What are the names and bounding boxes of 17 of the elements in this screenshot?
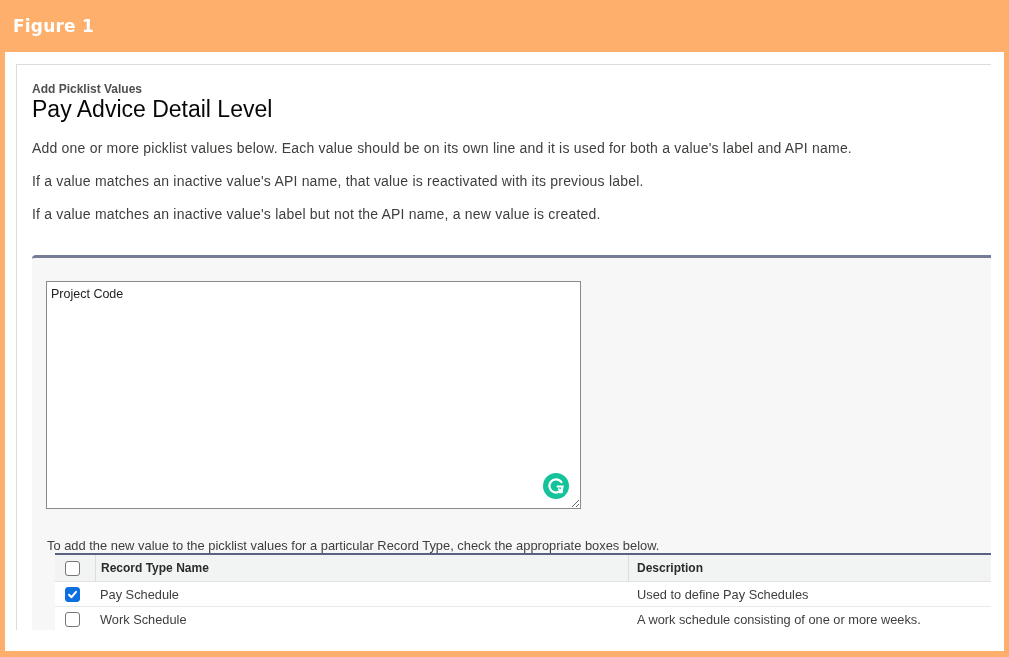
table-cell: A work schedule consisting of one or more weeks. (628, 607, 991, 630)
page-eyebrow: Add Picklist Values (32, 82, 144, 96)
checkbox[interactable] (65, 560, 80, 576)
page-title: Pay Advice Detail Level (32, 96, 274, 122)
record-type-hint: To add the new value to the picklist values for a particular Record Type, check the appropriate boxes below. (47, 539, 661, 553)
figure-title: Figure 1 (13, 16, 94, 36)
table-cell: Pay Schedule (95, 582, 628, 607)
values-textarea[interactable]: Project Code (46, 281, 581, 509)
info-paragraph: If a value matches an inactive value's label but not the API name, a new value is created. (32, 206, 602, 222)
column-header: Record Type Name (95, 555, 628, 582)
table-cell: Used to define Pay Schedules (628, 582, 991, 607)
info-paragraph: Add one or more picklist values below. Each value should be on its own line and it is used for both a value's label and API name. (32, 140, 853, 156)
table-cell: Work Schedule (95, 607, 628, 630)
checkbox[interactable] (65, 586, 80, 602)
column-header: Description (628, 555, 991, 582)
info-paragraph: If a value matches an inactive value's API name, that value is reactivated with its previous label. (32, 173, 645, 189)
checkbox[interactable] (65, 611, 80, 627)
